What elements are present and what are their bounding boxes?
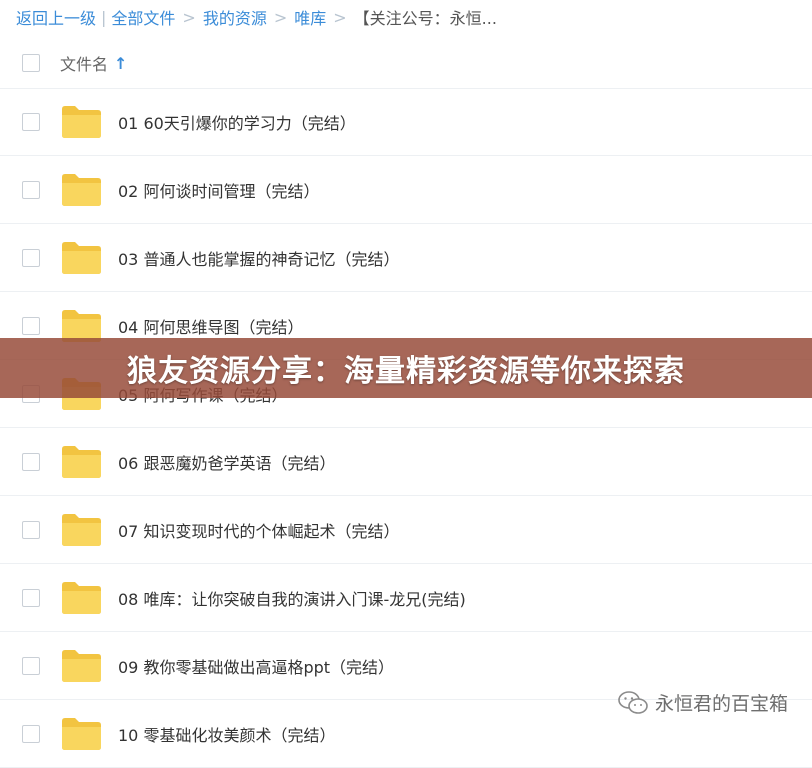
file-list: 01 60天引爆你的学习力（完结） 02 阿何谈时间管理（完结） 03 普通人也… [0,88,812,768]
breadcrumb-my-resources[interactable]: 我的资源 [203,5,267,29]
file-row[interactable]: 08 唯库：让你突破自我的演讲入门课-龙兄(完结) [0,564,812,632]
folder-icon [62,445,101,478]
row-checkbox[interactable] [22,520,40,539]
file-name[interactable]: 07 知识变现时代的个体崛起术（完结） [118,518,399,542]
select-all-checkbox[interactable] [22,54,40,72]
row-checkbox[interactable] [22,112,40,131]
watermark: 永恒君的百宝箱 [617,689,788,716]
file-name[interactable]: 03 普通人也能掌握的神奇记忆（完结） [118,246,399,270]
file-row[interactable]: 06 跟恶魔奶爸学英语（完结） [0,428,812,496]
file-name[interactable]: 09 教你零基础做出高逼格ppt（完结） [118,654,394,678]
file-name[interactable]: 06 跟恶魔奶爸学英语（完结） [118,450,335,474]
row-checkbox[interactable] [22,452,40,471]
breadcrumb-weiku[interactable]: 唯库 [294,5,326,29]
file-row[interactable]: 01 60天引爆你的学习力（完结） [0,88,812,156]
back-link[interactable]: 返回上一级 [16,5,96,29]
folder-icon [62,649,101,682]
folder-icon [62,581,101,614]
breadcrumb: 返回上一级 | 全部文件 > 我的资源 > 唯库 > 【关注公号：永恒... [16,0,806,34]
file-list-header: 文件名 ↑ [0,38,812,89]
folder-icon [62,173,101,206]
breadcrumb-current: 【关注公号：永恒... [353,9,497,28]
wechat-icon [618,690,648,714]
sort-by-name[interactable]: 文件名 [60,51,108,75]
folder-icon [62,105,101,138]
row-checkbox[interactable] [22,724,40,743]
file-row[interactable]: 03 普通人也能掌握的神奇记忆（完结） [0,224,812,292]
file-row[interactable]: 02 阿何谈时间管理（完结） [0,156,812,224]
row-checkbox[interactable] [22,588,40,607]
row-checkbox[interactable] [22,656,40,675]
chevron-right-icon: > [182,7,196,27]
file-name[interactable]: 01 60天引爆你的学习力（完结） [118,110,356,134]
folder-icon [62,717,101,750]
arrow-up-icon[interactable]: ↑ [114,54,127,73]
row-checkbox[interactable] [22,180,40,199]
file-name[interactable]: 02 阿何谈时间管理（完结） [118,178,319,202]
promo-banner: 狼友资源分享：海量精彩资源等你来探索 [0,338,812,398]
file-row[interactable]: 07 知识变现时代的个体崛起术（完结） [0,496,812,564]
row-checkbox[interactable] [22,248,40,267]
file-name[interactable]: 04 阿何思维导图（完结） [118,314,303,338]
file-name[interactable]: 10 零基础化妆美颜术（完结） [118,722,335,746]
watermark-text: 永恒君的百宝箱 [654,693,788,715]
breadcrumb-all-files[interactable]: 全部文件 [111,5,175,29]
banner-text: 狼友资源分享：海量精彩资源等你来探索 [127,354,685,389]
chevron-right-icon: > [273,7,288,27]
breadcrumb-divider: | [101,7,107,27]
file-name[interactable]: 08 唯库：让你突破自我的演讲入门课-龙兄(完结) [118,586,466,610]
folder-icon [62,241,101,274]
row-checkbox[interactable] [22,316,40,335]
folder-icon [62,513,101,546]
chevron-right-icon: > [333,7,347,27]
